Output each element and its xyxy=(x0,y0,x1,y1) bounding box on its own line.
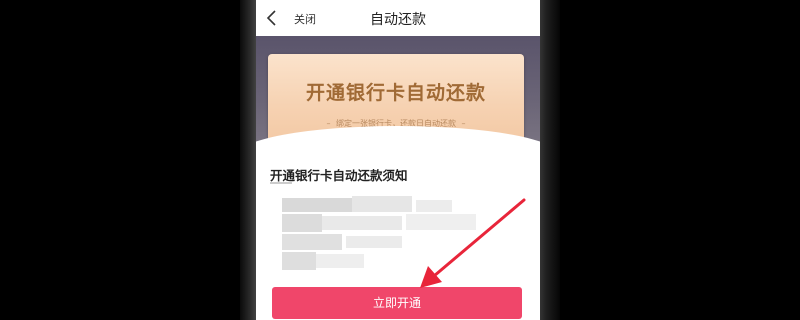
page-title: 自动还款 xyxy=(370,12,426,28)
phone-bezel-right xyxy=(538,0,560,320)
subtitle-dash-right: – xyxy=(461,119,466,128)
activate-now-button[interactable]: 立即开通 xyxy=(272,287,522,319)
promo-title: 开通银行卡自动还款 xyxy=(305,82,486,104)
photo-frame: 关闭 自动还款 开通银行卡自动还款 – 绑定一张银行卡，还款日自动还款 – 开通… xyxy=(0,0,800,320)
redacted-text-3 xyxy=(416,200,452,212)
notice-title-underline xyxy=(270,182,292,184)
redacted-text-8 xyxy=(346,236,402,248)
redacted-text-9 xyxy=(282,252,316,270)
redacted-text-10 xyxy=(316,254,364,268)
phone-screen: 关闭 自动还款 开通银行卡自动还款 – 绑定一张银行卡，还款日自动还款 – 开通… xyxy=(256,0,540,320)
subtitle-dash-left: – xyxy=(326,119,331,128)
redacted-text-1 xyxy=(282,198,352,212)
redacted-text-6 xyxy=(406,214,476,230)
redacted-text-4 xyxy=(282,214,322,232)
redacted-text-5 xyxy=(322,216,402,230)
top-nav-bar: 关闭 自动还款 xyxy=(256,0,540,36)
redacted-text-7 xyxy=(282,234,342,250)
redacted-text-2 xyxy=(352,196,412,212)
